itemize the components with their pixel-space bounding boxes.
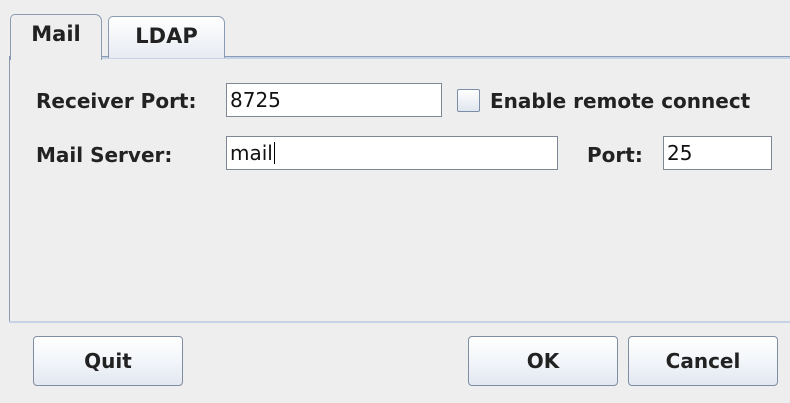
enable-remote-connect-label[interactable]: Enable remote connect [490,88,750,114]
mail-server-input[interactable]: mail [226,136,558,170]
cancel-button-label: Cancel [665,349,741,373]
mail-server-value: mail [230,141,273,165]
tab-strip: Mail LDAP [10,14,790,60]
tab-ldap-label: LDAP [135,24,198,48]
quit-button[interactable]: Quit [33,336,183,386]
text-caret [273,142,275,164]
quit-button-label: Quit [84,349,132,373]
port-input[interactable]: 25 [663,136,772,170]
port-label: Port: [587,143,643,167]
tab-ldap[interactable]: LDAP [108,16,225,58]
receiver-port-input[interactable]: 8725 [226,83,442,117]
mail-server-label: Mail Server: [36,143,173,167]
cancel-button[interactable]: Cancel [628,336,778,386]
port-value: 25 [667,141,693,165]
receiver-port-label: Receiver Port: [36,89,197,113]
ok-button[interactable]: OK [468,336,618,386]
tab-mail-label: Mail [31,22,81,46]
tab-mail[interactable]: Mail [10,14,102,60]
receiver-port-value: 8725 [230,88,281,112]
button-bar-separator [9,321,790,323]
enable-remote-connect-checkbox[interactable] [457,89,480,112]
ok-button-label: OK [526,349,560,373]
